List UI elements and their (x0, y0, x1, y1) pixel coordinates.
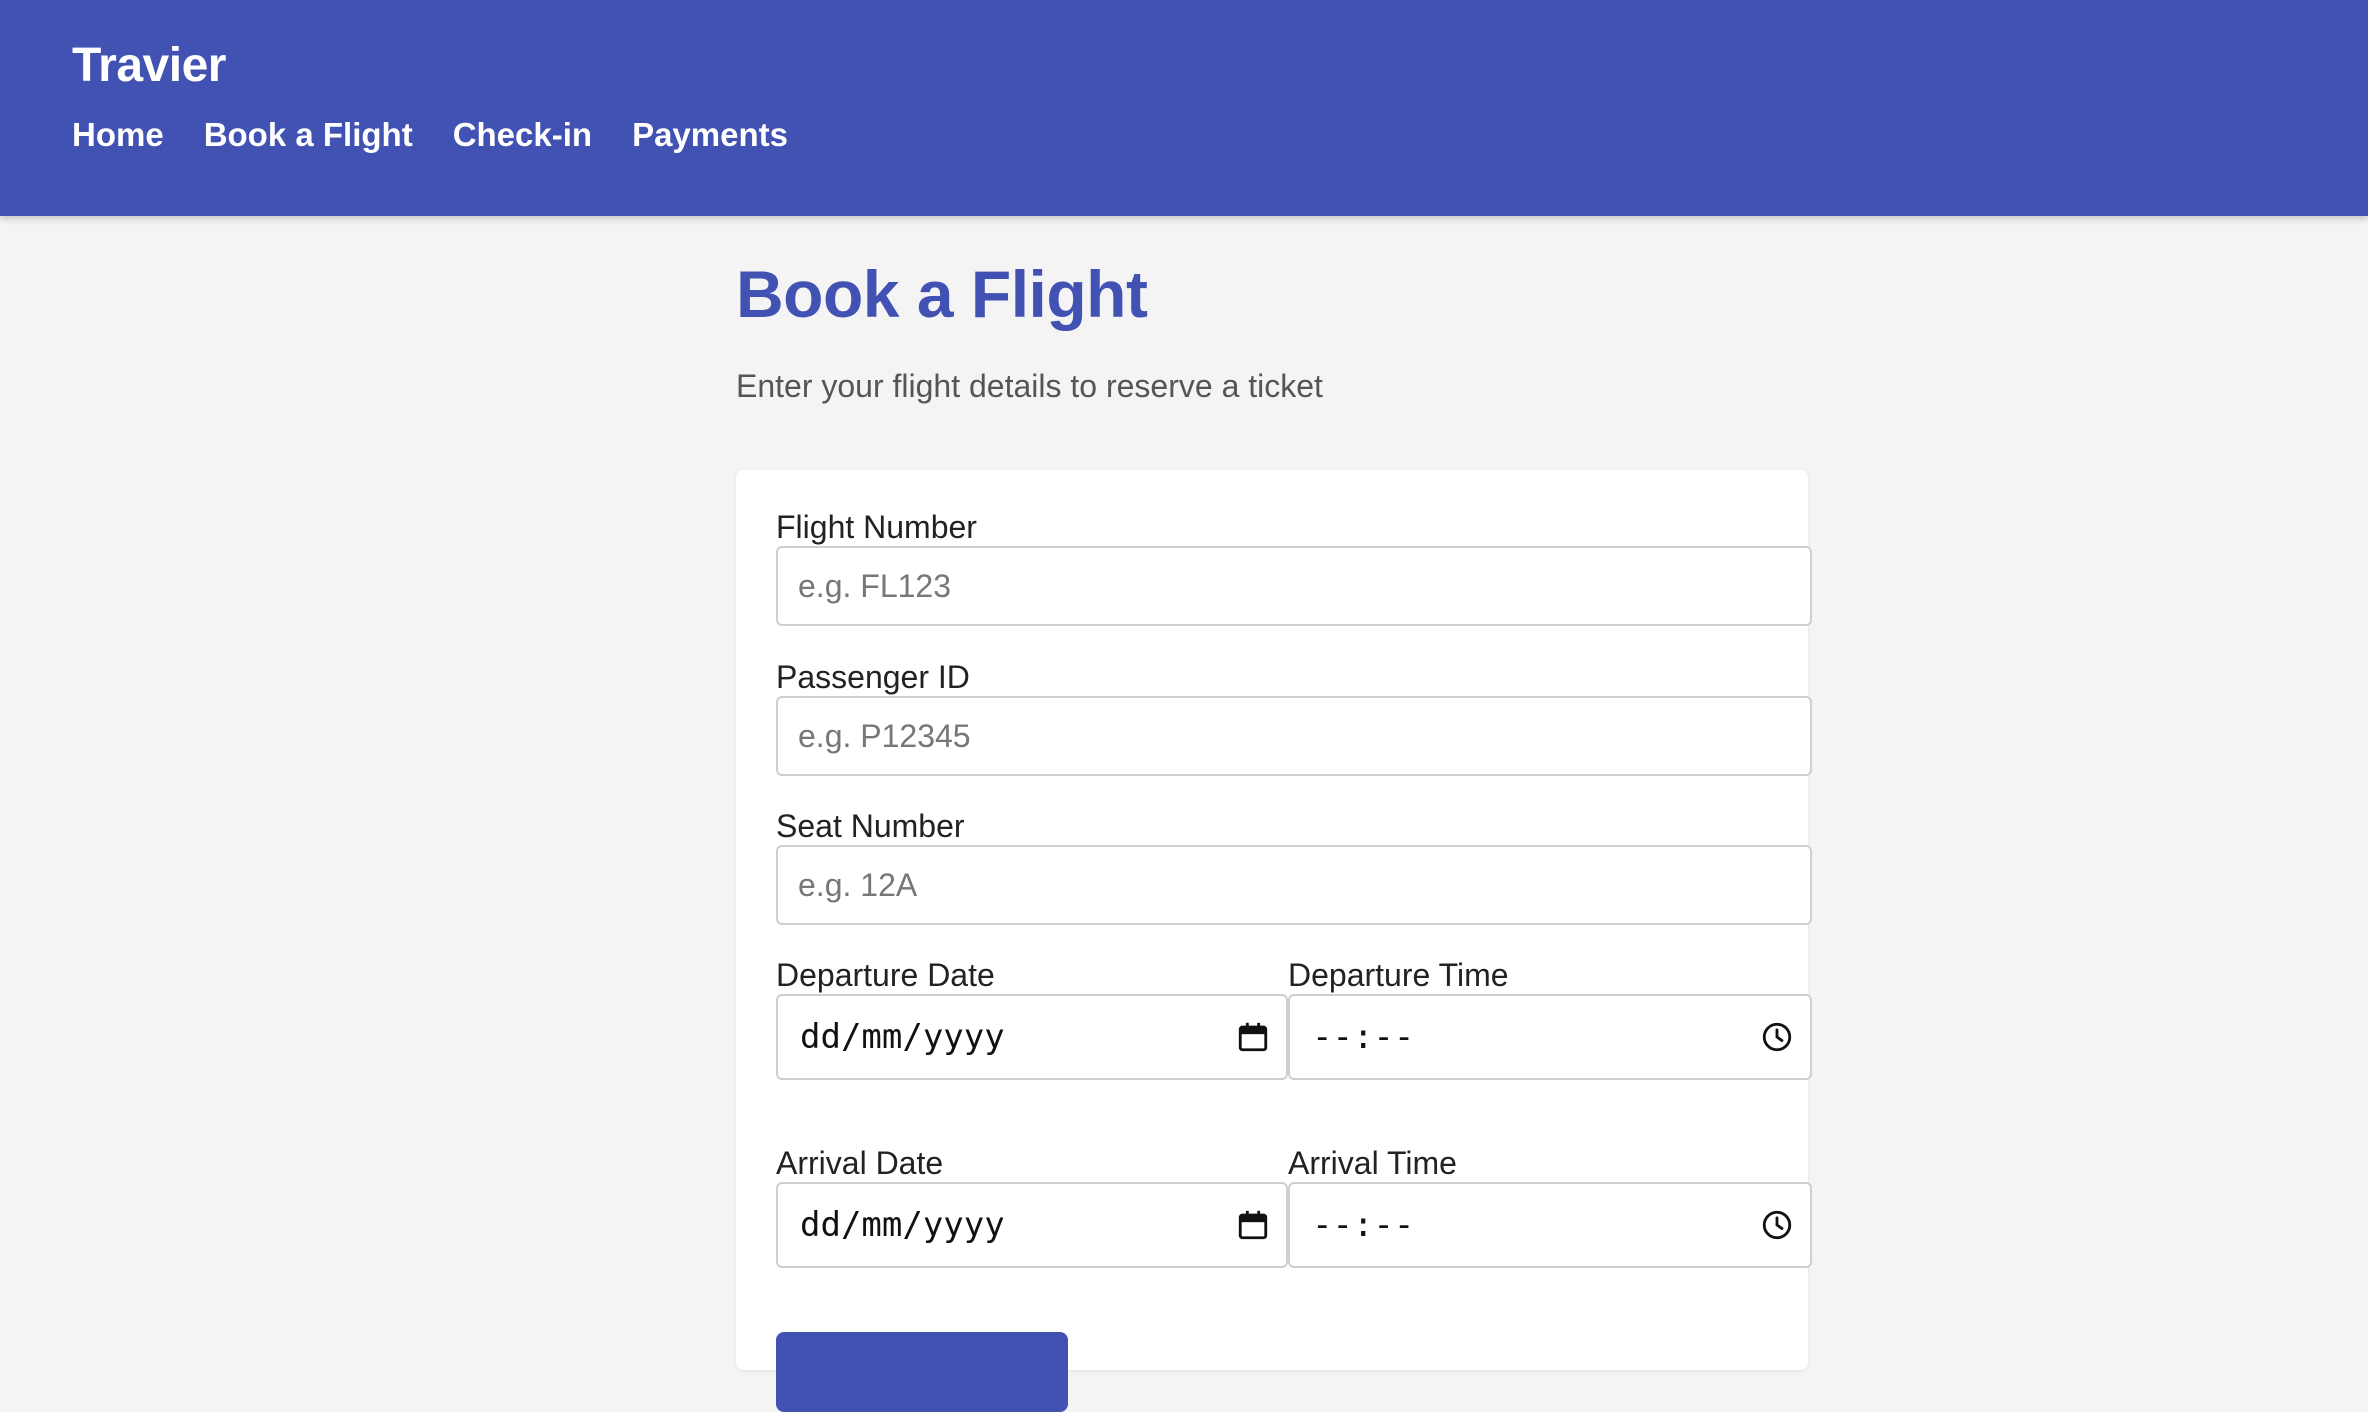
flight-number-field: Flight Number (776, 508, 1812, 626)
departure-time-label: Departure Time (1288, 957, 1509, 993)
departure-time-input[interactable]: --:-- (1288, 994, 1812, 1080)
arrival-time-field: Arrival Time --:-- (1288, 1144, 1812, 1268)
passenger-id-field: Passenger ID (776, 658, 1812, 776)
brand-logo[interactable]: Travier (72, 38, 226, 93)
arrival-date-label: Arrival Date (776, 1145, 944, 1181)
nav-link-payments[interactable]: Payments (632, 116, 788, 154)
nav-link-check-in[interactable]: Check-in (453, 116, 592, 154)
seat-number-label: Seat Number (776, 808, 965, 844)
arrival-date-value: dd/mm/yyyy (800, 1205, 1005, 1245)
nav-link-home[interactable]: Home (72, 116, 164, 154)
departure-date-label: Departure Date (776, 957, 995, 993)
arrival-date-field: Arrival Date dd/mm/yyyy (776, 1144, 1288, 1268)
calendar-icon[interactable] (1236, 1208, 1270, 1242)
submit-booking-button[interactable] (776, 1332, 1068, 1412)
seat-number-input[interactable] (776, 845, 1812, 925)
flight-number-input[interactable] (776, 546, 1812, 626)
departure-date-input[interactable]: dd/mm/yyyy (776, 994, 1288, 1080)
page-title: Book a Flight (736, 257, 1148, 331)
nav-link-book-a-flight[interactable]: Book a Flight (204, 116, 413, 154)
departure-date-field: Departure Date dd/mm/yyyy (776, 956, 1288, 1080)
departure-time-field: Departure Time --:-- (1288, 956, 1812, 1080)
arrival-time-label: Arrival Time (1288, 1145, 1457, 1181)
arrival-date-input[interactable]: dd/mm/yyyy (776, 1182, 1288, 1268)
passenger-id-input[interactable] (776, 696, 1812, 776)
departure-date-value: dd/mm/yyyy (800, 1017, 1005, 1057)
booking-form-card: Flight Number Passenger ID Seat Number D… (736, 470, 1812, 1412)
calendar-icon[interactable] (1236, 1020, 1270, 1054)
flight-number-label: Flight Number (776, 509, 977, 545)
clock-icon[interactable] (1760, 1208, 1794, 1242)
passenger-id-label: Passenger ID (776, 659, 970, 695)
clock-icon[interactable] (1760, 1020, 1794, 1054)
arrival-time-value: --:-- (1312, 1205, 1415, 1245)
page-subtitle: Enter your flight details to reserve a t… (736, 368, 1323, 404)
arrival-time-input[interactable]: --:-- (1288, 1182, 1812, 1268)
seat-number-field: Seat Number (776, 807, 1812, 925)
departure-time-value: --:-- (1312, 1017, 1415, 1057)
top-app-bar: Travier Home Book a Flight Check-in Paym… (0, 0, 2368, 216)
main-nav: Home Book a Flight Check-in Payments (72, 116, 788, 154)
